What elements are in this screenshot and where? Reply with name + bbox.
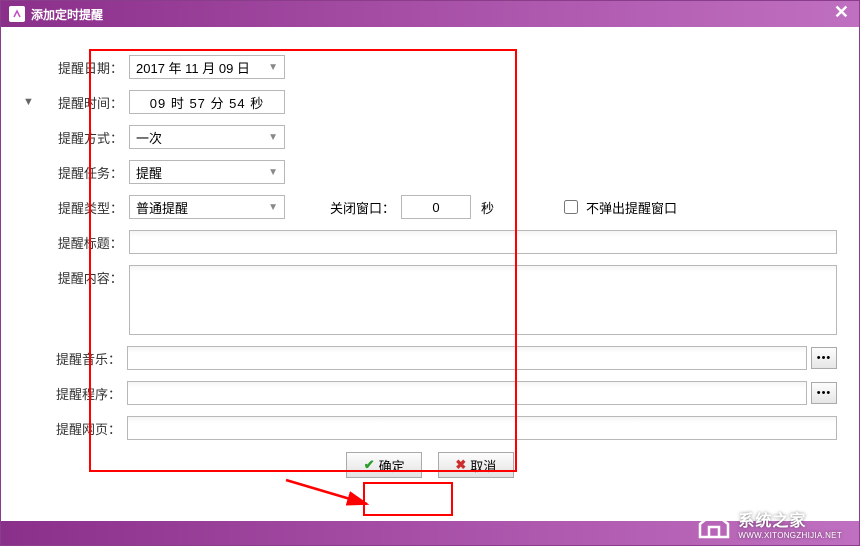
ok-button[interactable]: ✔ 确定 [346, 452, 422, 478]
close-window-unit: 秒 [481, 198, 494, 217]
chevron-down-icon: ▼ [268, 202, 278, 213]
titlebar: 添加定时提醒 ✕ [1, 1, 859, 27]
label-time: 提醒时间： [37, 93, 125, 112]
no-popup-checkbox-wrap[interactable]: 不弹出提醒窗口 [564, 198, 677, 217]
webpage-input[interactable] [127, 416, 837, 440]
label-program: 提醒程序： [37, 384, 123, 403]
window-title: 添加定时提醒 [31, 6, 103, 23]
chevron-down-icon: ▼ [268, 132, 278, 143]
label-music: 提醒音乐： [37, 349, 123, 368]
ok-label: 确定 [379, 456, 405, 475]
mode-select[interactable]: 一次 ▼ [129, 125, 285, 149]
time-expand-icon[interactable]: ▼ [23, 96, 37, 108]
date-value: 2017 年 11 月 09 日 [136, 58, 250, 77]
chevron-down-icon: ▼ [268, 167, 278, 178]
label-task: 提醒任务： [37, 163, 125, 182]
music-browse-button[interactable]: ••• [811, 347, 837, 369]
time-value: 09 时 57 分 54 秒 [150, 93, 264, 112]
label-type: 提醒类型： [37, 198, 125, 217]
label-date: 提醒日期： [37, 58, 125, 77]
task-value: 提醒 [136, 163, 162, 182]
music-input[interactable] [127, 346, 807, 370]
title-input[interactable] [129, 230, 837, 254]
program-input[interactable] [127, 381, 807, 405]
label-title: 提醒标题： [37, 233, 125, 252]
type-value: 普通提醒 [136, 198, 188, 217]
date-picker[interactable]: 2017 年 11 月 09 日 ▼ [129, 55, 285, 79]
button-bar: ✔ 确定 ✖ 取消 [23, 452, 837, 478]
content-textarea[interactable] [129, 265, 837, 335]
no-popup-label: 不弹出提醒窗口 [586, 198, 677, 217]
program-browse-button[interactable]: ••• [811, 382, 837, 404]
chevron-down-icon: ▼ [268, 62, 278, 73]
cancel-label: 取消 [470, 456, 496, 475]
cross-icon: ✖ [455, 457, 466, 473]
label-content: 提醒内容： [37, 265, 125, 287]
label-close-window: 关闭窗口： [325, 198, 395, 217]
annotation-box-ok [363, 482, 453, 516]
close-icon[interactable]: ✕ [834, 3, 849, 21]
content-area: 提醒日期： 2017 年 11 月 09 日 ▼ ▼ 提醒时间： 09 时 57… [1, 27, 859, 521]
label-webpage: 提醒网页： [37, 419, 123, 438]
cancel-button[interactable]: ✖ 取消 [438, 452, 514, 478]
annotation-arrow [281, 472, 391, 522]
close-window-input[interactable] [401, 195, 471, 219]
check-icon: ✔ [364, 457, 375, 473]
label-mode: 提醒方式： [37, 128, 125, 147]
mode-value: 一次 [136, 128, 162, 147]
app-icon [9, 6, 25, 22]
no-popup-checkbox[interactable] [564, 200, 578, 214]
footer-bar [1, 521, 859, 545]
task-select[interactable]: 提醒 ▼ [129, 160, 285, 184]
dialog-window: 添加定时提醒 ✕ 提醒日期： 2017 年 11 月 09 日 ▼ ▼ 提醒时间… [0, 0, 860, 546]
type-select[interactable]: 普通提醒 ▼ [129, 195, 285, 219]
time-picker[interactable]: 09 时 57 分 54 秒 [129, 90, 285, 114]
